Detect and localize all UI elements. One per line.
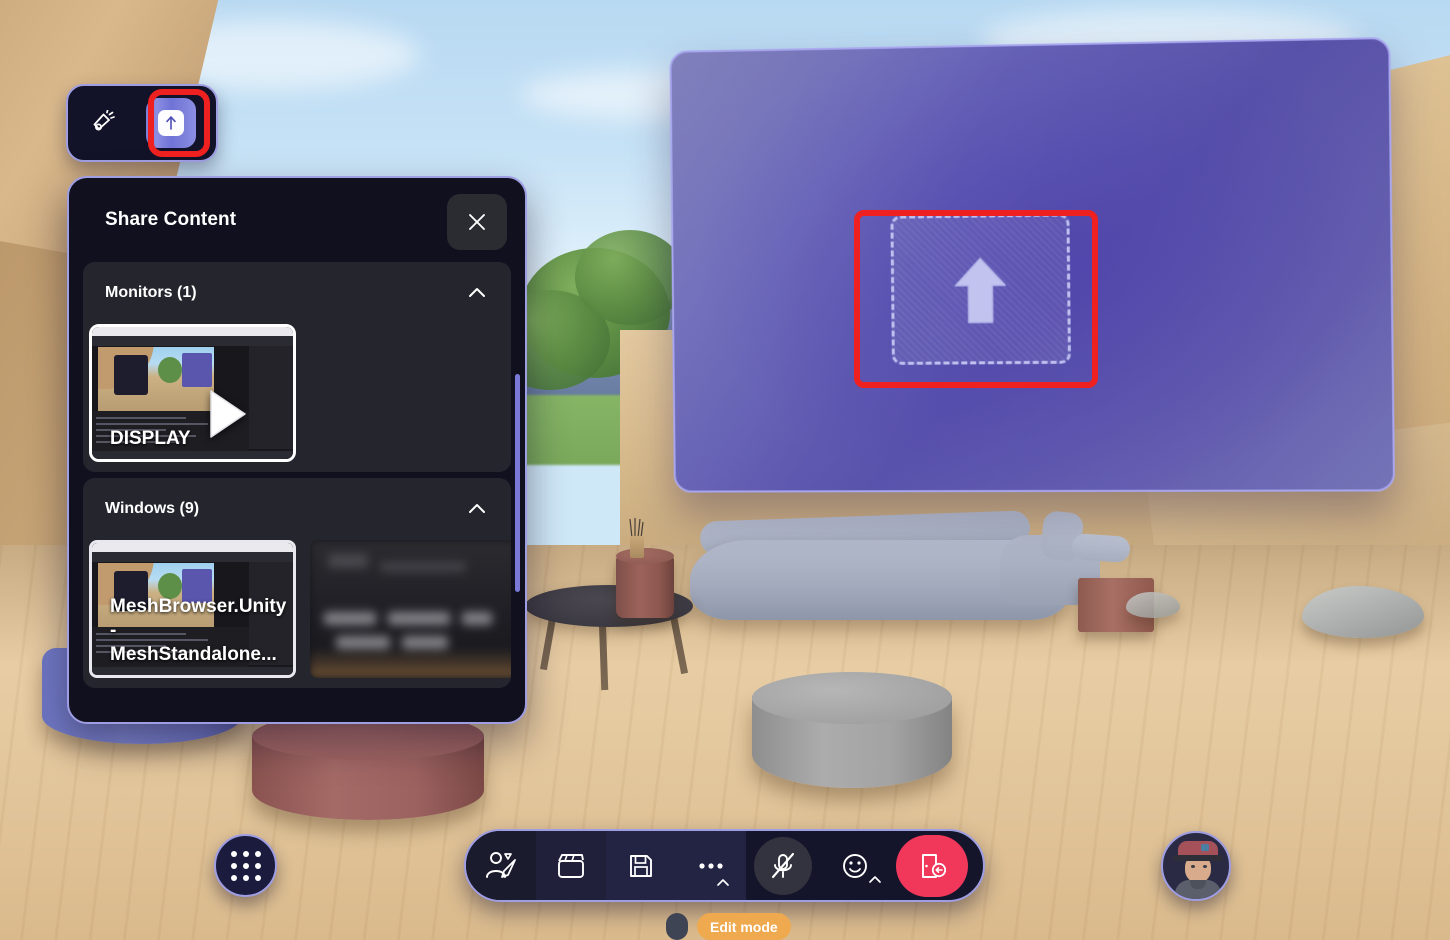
section-title-windows: Windows (9) xyxy=(105,500,200,517)
chevron-up-icon[interactable] xyxy=(465,281,489,305)
panel-title: Share Content xyxy=(105,209,237,230)
section-windows: Windows (9) MeshBrowser.Unity - MeshStan… xyxy=(83,478,511,688)
round-ottoman-top xyxy=(752,672,952,724)
section-header-windows[interactable]: Windows (9) xyxy=(83,478,511,540)
screen-share-mini-toolbar[interactable] xyxy=(66,84,218,162)
window-thumbnail-row: MeshBrowser.Unity - MeshStandalone... xyxy=(83,540,511,688)
more-options-button[interactable] xyxy=(676,831,746,900)
close-panel-button[interactable] xyxy=(447,194,507,250)
window-thumbnail-label: MeshBrowser.Unity - MeshStandalone... xyxy=(110,596,287,665)
panel-body[interactable]: Monitors (1) DISPLAY Windows (9) MeshBro… xyxy=(69,262,525,722)
reactions-button[interactable] xyxy=(820,831,890,900)
pencil-cup xyxy=(630,536,644,558)
monitor-thumbnail-row: DISPLAY xyxy=(83,324,511,472)
upload-arrow-icon xyxy=(949,252,1011,326)
avatar-eye xyxy=(1191,865,1195,868)
edit-mode-toggle[interactable] xyxy=(666,913,688,940)
decor-rock xyxy=(1126,592,1180,618)
floppy-disk-icon xyxy=(630,854,652,877)
self-avatar[interactable] xyxy=(1161,831,1231,901)
pencil-holder xyxy=(628,516,646,539)
avatar-edit-icon xyxy=(486,851,516,878)
avatar-cap-brim xyxy=(1173,855,1223,861)
scene-director-button[interactable] xyxy=(536,831,606,900)
avatar-cap-logo xyxy=(1201,844,1209,851)
panel-scrollbar[interactable] xyxy=(515,374,520,592)
blurred-window-preview xyxy=(310,540,511,678)
clapperboard-icon xyxy=(558,853,584,878)
tree-foliage xyxy=(575,230,685,325)
share-screen-inner xyxy=(158,110,184,136)
smiley-face-icon xyxy=(843,853,867,878)
leave-meeting-button[interactable] xyxy=(896,834,968,897)
chevron-up-icon[interactable] xyxy=(465,497,489,521)
share-screen-button[interactable] xyxy=(146,98,196,148)
monitor-thumbnail-label: DISPLAY xyxy=(110,428,191,449)
leave-door-icon xyxy=(922,853,947,878)
microphone-circle xyxy=(754,836,812,895)
app-grid-icon xyxy=(230,850,261,881)
share-screen-upload-icon xyxy=(166,116,176,130)
section-monitors: Monitors (1) DISPLAY xyxy=(83,262,511,472)
more-dots-icon xyxy=(699,862,723,869)
window-thumbnail-blurred[interactable] xyxy=(310,540,511,678)
sofa-pillow xyxy=(1071,533,1131,563)
shared-content-screen[interactable] xyxy=(669,36,1396,493)
avatar-customize-button[interactable] xyxy=(466,831,536,900)
edit-mode-label[interactable]: Edit mode xyxy=(697,913,791,940)
announce-button[interactable] xyxy=(78,98,128,148)
microphone-button[interactable] xyxy=(746,831,820,900)
chevron-up-icon[interactable] xyxy=(868,875,882,884)
play-cursor-icon xyxy=(210,390,246,438)
chevron-up-icon[interactable] xyxy=(716,878,730,887)
window-thumbnail-meshbrowser[interactable]: MeshBrowser.Unity - MeshStandalone... xyxy=(89,540,296,678)
edit-mode-bar[interactable]: Edit mode xyxy=(666,913,791,940)
side-table[interactable] xyxy=(616,556,674,618)
share-content-panel[interactable]: Share Content Monitors (1) DISPLAY Windo… xyxy=(67,176,527,724)
section-title-monitors: Monitors (1) xyxy=(105,284,197,301)
monitor-thumbnail-display[interactable]: DISPLAY xyxy=(89,324,296,462)
save-button[interactable] xyxy=(606,831,676,900)
avatar-eye xyxy=(1203,865,1207,868)
microphone-muted-icon xyxy=(771,852,795,878)
app-grid-button[interactable] xyxy=(214,834,277,897)
section-header-monitors[interactable]: Monitors (1) xyxy=(83,262,511,324)
close-icon xyxy=(469,214,485,230)
content-drop-zone[interactable] xyxy=(890,213,1072,365)
main-toolbar[interactable] xyxy=(464,829,985,902)
megaphone-icon xyxy=(93,110,115,131)
side-table-top xyxy=(616,548,674,564)
panel-header: Share Content xyxy=(69,178,525,262)
